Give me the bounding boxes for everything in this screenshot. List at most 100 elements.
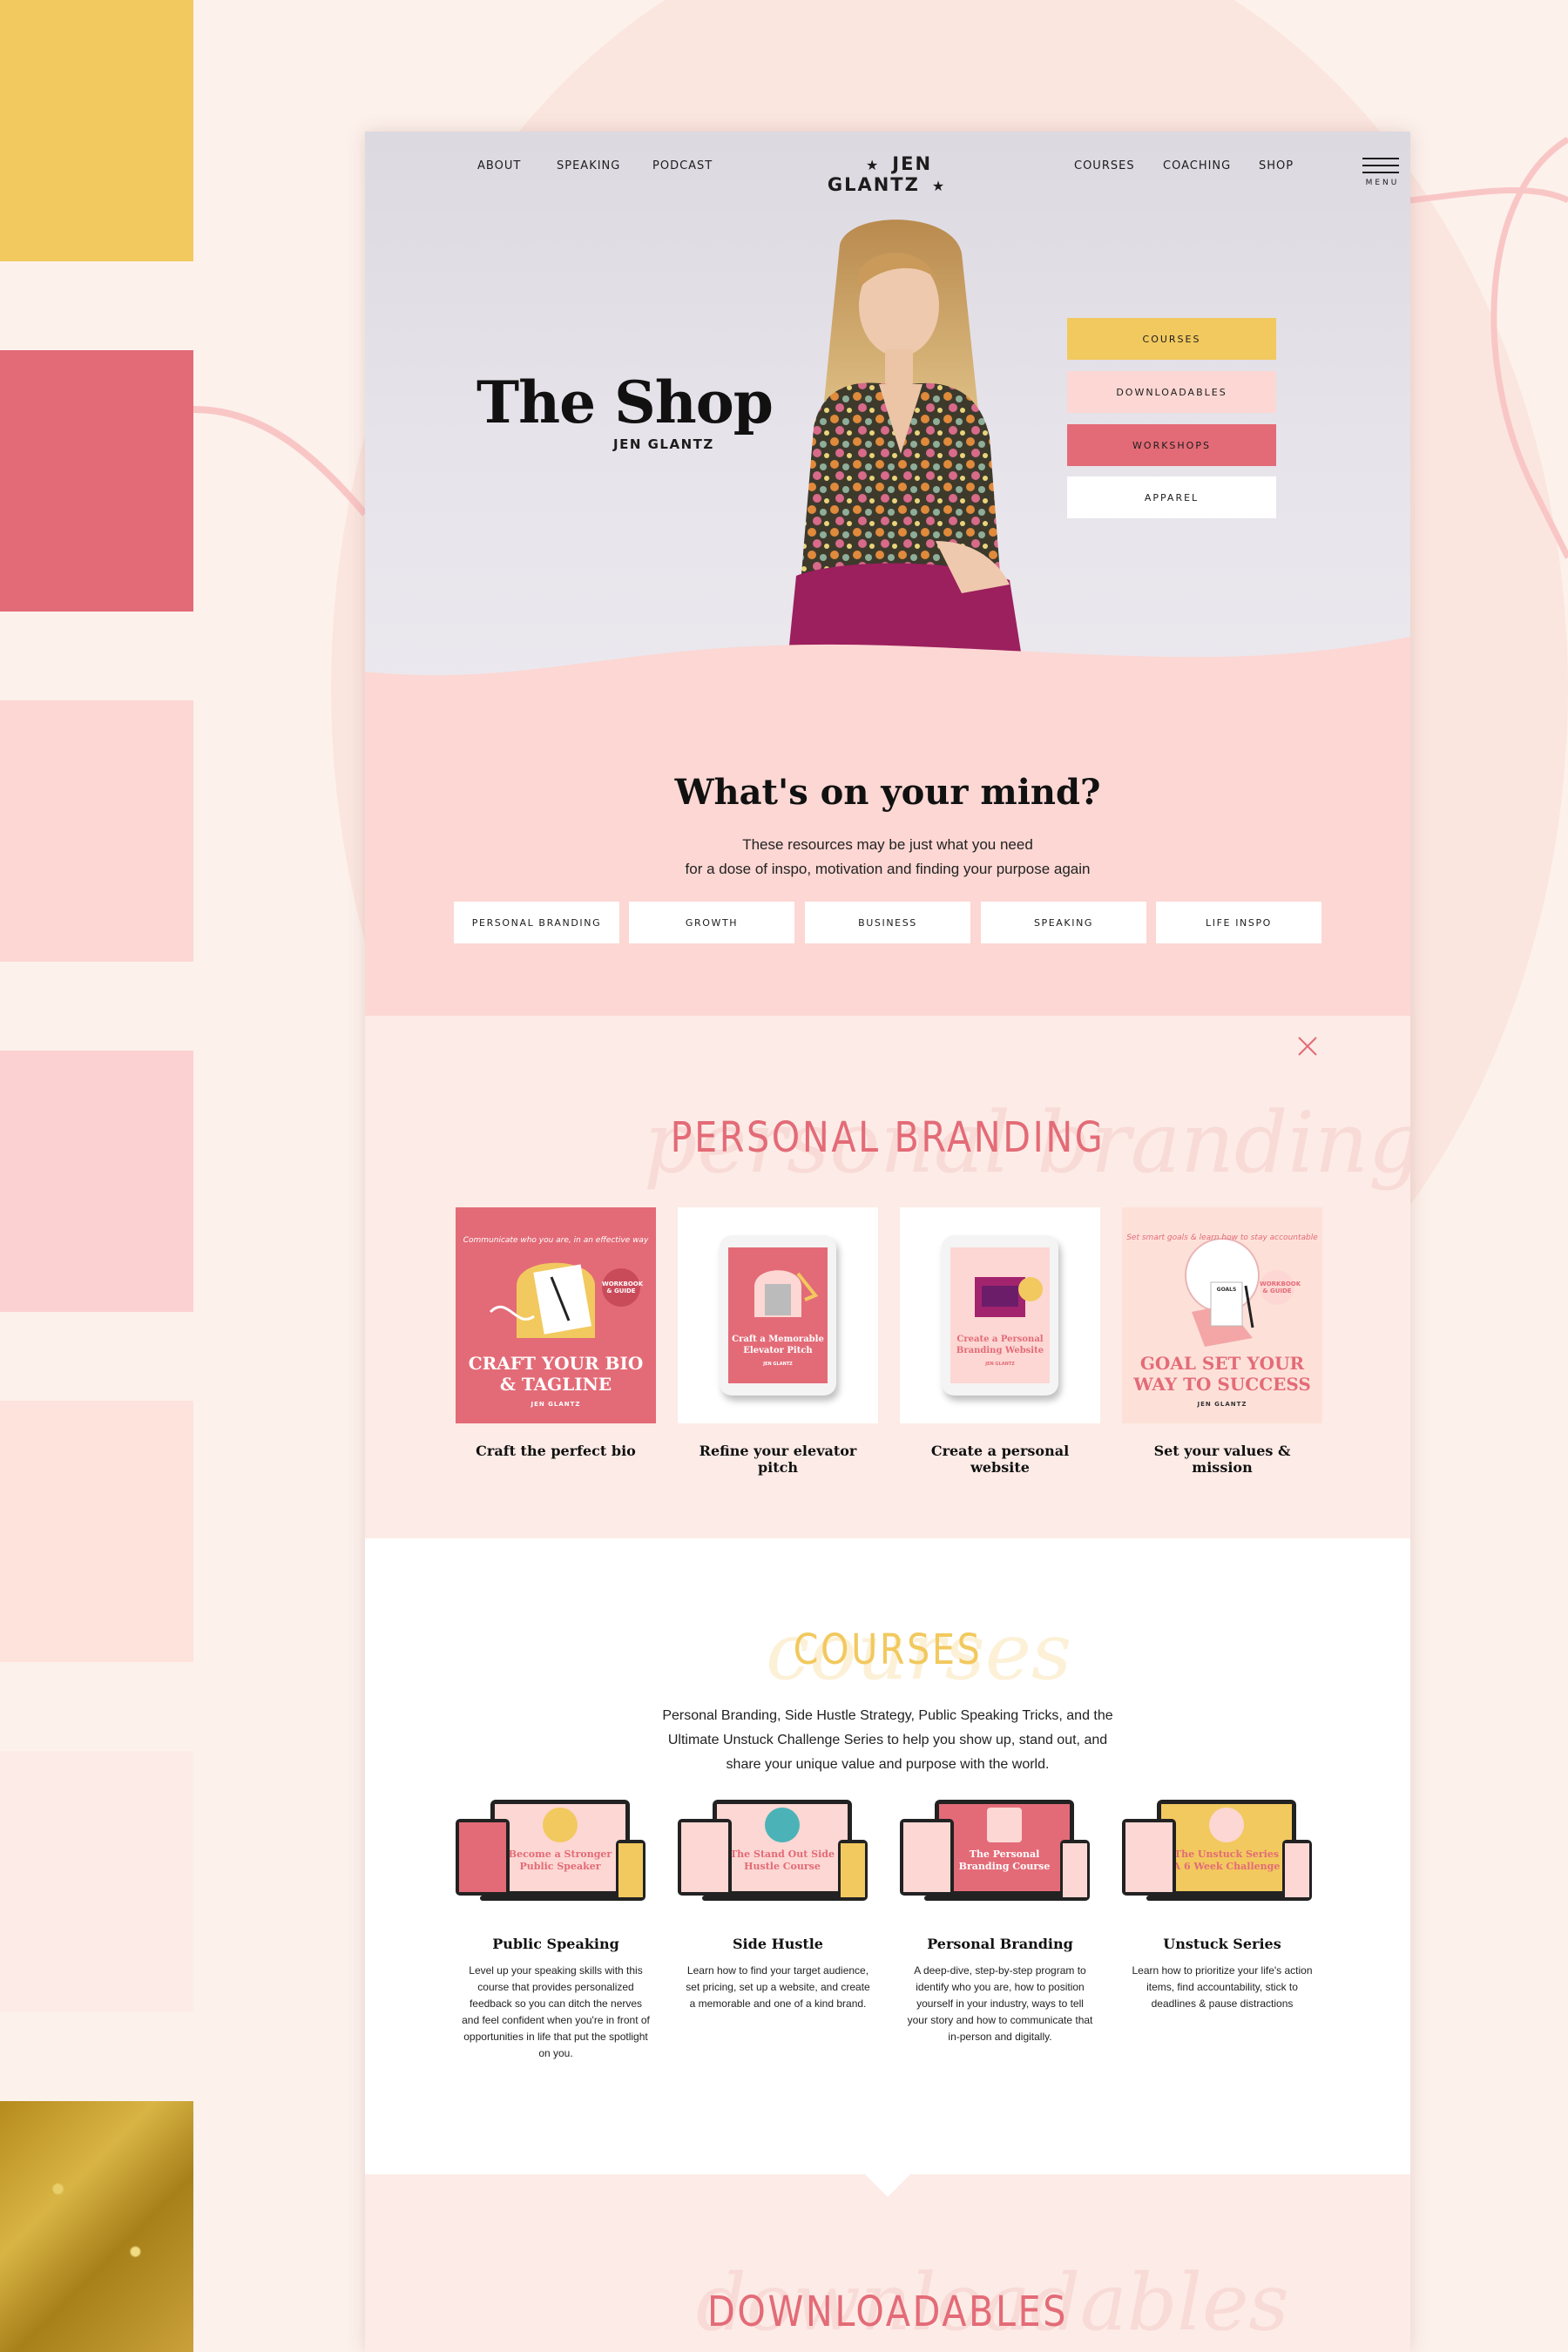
course-card[interactable]: The Unstuck Series A 6 Week Challenge Un…	[1122, 1800, 1322, 2012]
nav-podcast[interactable]: PODCAST	[652, 159, 713, 172]
product-card[interactable]: Communicate who you are, in an effective…	[456, 1207, 656, 1459]
cover-title: Create a Personal	[956, 1335, 1044, 1344]
tablet-display	[1125, 1822, 1173, 1892]
course-description: A deep-dive, step-by-step program to ide…	[907, 1964, 1093, 2043]
course-badge	[1209, 1808, 1244, 1842]
product-image: Set smart goals & learn how to stay acco…	[1122, 1207, 1322, 1423]
course-badge	[543, 1808, 578, 1842]
hero-section: ABOUT SPEAKING PODCAST ★ JEN GLANTZ ★ COUR…	[365, 132, 1410, 689]
nav-shop[interactable]: SHOP	[1259, 159, 1294, 172]
laptop-display: The Stand Out Side Hustle Course	[717, 1804, 848, 1891]
course-description: Learn how to find your target audience, …	[686, 1964, 870, 2010]
menu-button[interactable]: MENU	[1362, 158, 1402, 193]
course-card[interactable]: Become a Stronger Public Speaker Public …	[456, 1800, 656, 2062]
course-badge	[765, 1808, 800, 1842]
product-name: Set your values & mission	[1153, 1443, 1291, 1476]
cover-brand: JEN GLANTZ	[531, 1401, 581, 1408]
hamburger-icon	[1362, 158, 1399, 159]
star-icon: ★	[931, 178, 947, 194]
section-title: PERSONAL BRANDING	[670, 1113, 1105, 1162]
laptop-screen: The Unstuck Series A 6 Week Challenge	[1157, 1800, 1296, 1896]
close-icon[interactable]	[1296, 1035, 1319, 1058]
device-mockup: Become a Stronger Public Speaker	[456, 1800, 656, 1913]
course-screen-title: A 6 Week Challenge	[1173, 1861, 1281, 1872]
tablet-screen: Craft a Memorable Elevator Pitch JEN GLA…	[728, 1247, 828, 1383]
phone-device	[838, 1840, 868, 1901]
product-image: Create a Personal Branding Website JEN G…	[900, 1207, 1100, 1423]
intro-line: Ultimate Unstuck Challenge Series to hel…	[667, 1733, 1108, 1747]
swatch-coral	[0, 350, 193, 612]
intro-line: share your unique value and purpose with…	[726, 1757, 1050, 1772]
color-palette	[0, 0, 193, 2352]
laptop-screen: The Personal Branding Course	[935, 1800, 1074, 1896]
cover-arc-text: Communicate who you are, in an effective…	[463, 1236, 649, 1245]
hamburger-bar	[1362, 165, 1399, 166]
hero-downloadables-button[interactable]: DOWNLOADABLES	[1067, 371, 1276, 413]
laptop-display: The Unstuck Series A 6 Week Challenge	[1161, 1804, 1292, 1891]
phone-device	[1282, 1840, 1312, 1901]
whats-on-your-mind-section: What's on your mind? These resources may…	[365, 689, 1410, 1016]
product-card[interactable]: Craft a Memorable Elevator Pitch JEN GLA…	[678, 1207, 878, 1476]
tablet-display	[681, 1822, 728, 1892]
hero-courses-button[interactable]: COURSES	[1067, 318, 1276, 360]
nav-coaching[interactable]: COACHING	[1163, 159, 1231, 172]
course-screen-title: The Unstuck Series	[1173, 1848, 1280, 1860]
swatch-yellow	[0, 0, 193, 261]
swatch-gold-glitter	[0, 2101, 193, 2352]
topic-growth[interactable]: GROWTH	[629, 902, 794, 943]
product-image: Craft a Memorable Elevator Pitch JEN GLA…	[678, 1207, 878, 1423]
tablet-device	[678, 1819, 732, 1896]
cover-title: GOAL SET YOUR	[1139, 1353, 1305, 1374]
hero-wave-divider	[365, 637, 1410, 689]
nav-speaking[interactable]: SPEAKING	[557, 159, 620, 172]
tablet-device	[900, 1819, 954, 1896]
product-card[interactable]: Set smart goals & learn how to stay acco…	[1122, 1207, 1322, 1476]
website-frame: ABOUT SPEAKING PODCAST ★ JEN GLANTZ ★ COUR…	[365, 132, 1410, 2352]
tablet-display	[903, 1822, 950, 1892]
course-screen-title: Public Speaker	[519, 1861, 601, 1872]
intro-line: for a dose of inspo, motivation and find…	[685, 861, 1091, 877]
course-badge	[987, 1808, 1022, 1842]
topic-life-inspo[interactable]: LIFE INSPO	[1156, 902, 1321, 943]
course-screen-title: Hustle Course	[744, 1861, 821, 1872]
topic-personal-branding[interactable]: PERSONAL BRANDING	[454, 902, 619, 943]
downloadables-section: downloadables DOWNLOADABLES	[365, 2174, 1410, 2352]
laptop-display: The Personal Branding Course	[939, 1804, 1070, 1891]
note-label: GOALS	[1216, 1287, 1237, 1293]
topic-business[interactable]: BUSINESS	[805, 902, 970, 943]
tablet-device	[456, 1819, 510, 1896]
cover-title: CRAFT YOUR BIO	[468, 1353, 644, 1374]
course-card[interactable]: The Stand Out Side Hustle Course Side Hu…	[678, 1800, 878, 2012]
nav-courses[interactable]: COURSES	[1074, 159, 1135, 172]
course-description: Learn how to prioritize your life's acti…	[1132, 1964, 1313, 2010]
section-title: DOWNLOADABLES	[707, 2288, 1068, 2336]
course-name: Unstuck Series	[1163, 1936, 1281, 1952]
product-name: Refine your elevator pitch	[699, 1443, 857, 1476]
hamburger-bar	[1362, 172, 1399, 173]
brand-logo[interactable]: ★ JEN GLANTZ ★	[806, 153, 980, 195]
hero-apparel-button[interactable]: APPAREL	[1067, 476, 1276, 518]
course-description: Level up your speaking skills with this …	[462, 1964, 650, 2059]
cover-brand: JEN GLANTZ	[1197, 1401, 1247, 1408]
laptop-display: Become a Stronger Public Speaker	[495, 1804, 625, 1891]
course-screen-title: Branding Course	[958, 1861, 1051, 1872]
cover-badge: WORKBOOK & GUIDE	[1260, 1281, 1301, 1295]
intro-line: These resources may be just what you nee…	[742, 836, 1033, 853]
device-mockup: The Personal Branding Course	[900, 1800, 1100, 1913]
course-card[interactable]: The Personal Branding Course Personal Br…	[900, 1800, 1100, 2045]
cover-arc-text: Set smart goals & learn how to stay acco…	[1126, 1233, 1318, 1242]
tablet-display	[459, 1822, 506, 1892]
product-card[interactable]: Create a Personal Branding Website JEN G…	[900, 1207, 1100, 1476]
product-name: Craft the perfect bio	[476, 1443, 636, 1459]
phone-device	[1060, 1840, 1090, 1901]
section-title: COURSES	[793, 1625, 983, 1674]
course-screen-title: The Stand Out Side	[730, 1848, 835, 1860]
topic-speaking[interactable]: SPEAKING	[981, 902, 1146, 943]
hero-workshops-button[interactable]: WORKSHOPS	[1067, 424, 1276, 466]
section-heading: What's on your mind?	[674, 772, 1101, 813]
device-mockup: The Unstuck Series A 6 Week Challenge	[1122, 1800, 1322, 1913]
swatch-peach	[0, 1401, 193, 1662]
section-intro: Personal Branding, Side Hustle Strategy,…	[365, 1704, 1410, 1777]
nav-about[interactable]: ABOUT	[477, 159, 521, 172]
course-name: Public Speaking	[492, 1936, 619, 1952]
